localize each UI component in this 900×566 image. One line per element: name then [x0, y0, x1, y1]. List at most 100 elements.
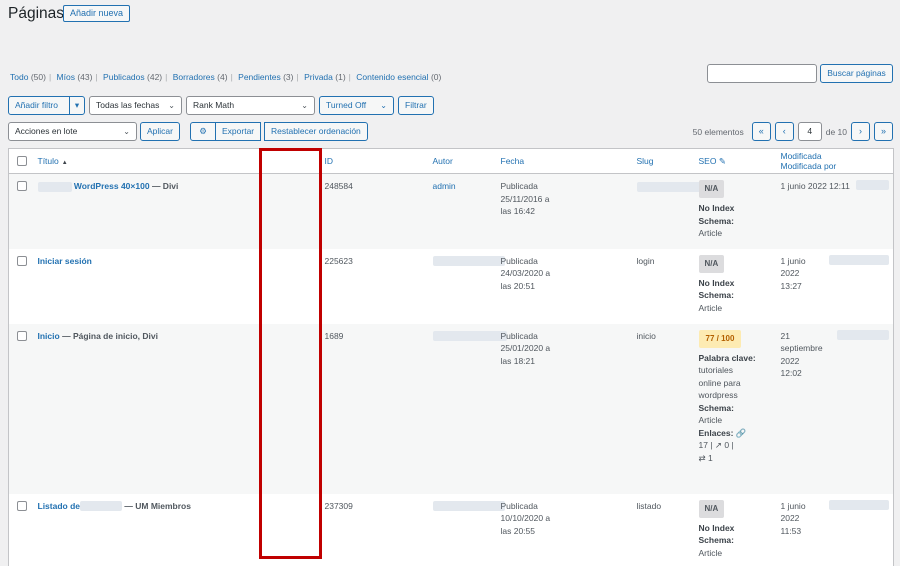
row-title-suffix: — UM Miembros: [124, 500, 191, 511]
filter-button[interactable]: Filtrar: [398, 96, 434, 115]
row-modified: 1 junio 2022 12:11: [777, 174, 894, 249]
reset-order-button[interactable]: Restablecer ordenación: [264, 122, 368, 141]
export-button[interactable]: Exportar: [215, 122, 262, 141]
first-page-button[interactable]: «: [751, 122, 771, 141]
seo-score-badge: N/A: [698, 254, 725, 273]
seo-score-badge: N/A: [698, 180, 725, 198]
chevron-down-icon: ▾: [74, 100, 80, 110]
search-button[interactable]: Buscar páginas: [820, 64, 893, 83]
filter-mine[interactable]: Míos (43): [57, 72, 93, 82]
redacted-modified-by: [836, 329, 889, 340]
col-modified[interactable]: ModificadaModificada por: [776, 148, 894, 174]
redacted-author: [432, 331, 507, 342]
row-seo: N/A No Index Schema: Article: [695, 174, 777, 249]
row-modified: 1 junio 2022 13:27: [777, 249, 894, 324]
filter-private[interactable]: Privada (1): [304, 72, 346, 82]
prev-page-button[interactable]: ‹: [774, 122, 794, 141]
row-title-link[interactable]: WordPress 40×100: [74, 181, 150, 191]
row-checkbox[interactable]: [17, 500, 27, 511]
row-id: 1689: [324, 330, 344, 341]
seo-score-badge: 77 / 100: [698, 329, 742, 348]
rank-math-select[interactable]: Rank Math ⌄: [186, 96, 315, 115]
row-seo: 77 / 100 Palabra clave: tutoriales onlin…: [695, 324, 777, 494]
col-id[interactable]: ID: [320, 148, 429, 174]
status-filter-links: Todo (50) | Míos (43) | Publicados (42) | B…: [10, 72, 442, 82]
row-date: Publicada 25/11/2016 a las 16:42: [500, 181, 550, 216]
redacted-modified-by: [829, 254, 889, 265]
row-id: 237309: [324, 500, 353, 511]
row-seo: N/A No Index Schema: Article: [695, 249, 777, 324]
link-icon: 🔗: [735, 427, 747, 438]
chevron-down-icon: ⌄: [123, 127, 130, 136]
gear-icon: ⚙: [199, 126, 207, 136]
row-checkbox[interactable]: [17, 255, 27, 266]
chevron-down-icon: ⌄: [301, 101, 308, 110]
filter-drafts[interactable]: Borradores (4): [173, 72, 228, 82]
col-seo[interactable]: SEO ✎: [694, 148, 777, 174]
row-id: 225623: [324, 255, 353, 266]
sort-asc-icon: ▲: [61, 160, 68, 166]
row-title-link[interactable]: Inicio: [38, 331, 60, 341]
row-author[interactable]: admin: [433, 181, 456, 191]
row-modified: 1 junio 2022 11:53: [777, 494, 894, 566]
row-slug: listado: [636, 500, 662, 511]
col-title[interactable]: Título ▲: [33, 148, 273, 174]
date-filter-select[interactable]: Todas las fechas ⌄: [89, 96, 182, 115]
pencil-icon[interactable]: ✎: [719, 156, 726, 166]
row-modified: 21 septiembre 2022 12:02: [777, 324, 894, 494]
col-date[interactable]: Fecha: [496, 148, 633, 174]
row-date: Publicada 25/01/2020 a las 18:21: [500, 330, 551, 366]
incoming-link-icon: ⇄: [698, 452, 706, 463]
page-title: Páginas: [8, 5, 65, 22]
next-page-button[interactable]: ›: [851, 122, 870, 141]
current-page-input[interactable]: 4: [797, 122, 822, 141]
filter-published[interactable]: Publicados (42): [103, 72, 162, 82]
pages-table: Título ▲ ID Autor Fecha Slug SEO ✎ Modifi…: [8, 148, 894, 566]
items-count: 50 elementos: [692, 126, 744, 137]
redacted-author: [432, 501, 505, 512]
table-row: Inicio — Página de inicio, Divi 1689 Pub…: [8, 323, 894, 494]
col-author[interactable]: Autor: [428, 148, 497, 174]
external-link-icon: ↗: [714, 440, 723, 450]
filter-all[interactable]: Todo (50): [10, 72, 46, 82]
row-slug: login: [636, 255, 655, 266]
bulk-actions-select[interactable]: Acciones en lote ⌄: [8, 122, 137, 141]
add-new-button[interactable]: Añadir nueva: [63, 5, 131, 22]
redacted-modified-by: [829, 499, 889, 510]
row-title-suffix: — Página de inicio, Divi: [62, 330, 158, 341]
turned-off-select[interactable]: Turned Off ⌄: [319, 96, 394, 115]
total-pages: de 10: [825, 126, 847, 137]
settings-button[interactable]: ⚙: [190, 122, 216, 141]
row-date: Publicada 10/10/2020 a las 20:55: [500, 500, 551, 536]
add-filter-dropdown[interactable]: ▾: [69, 96, 85, 115]
row-slug: inicio: [636, 330, 656, 341]
redacted-author: [432, 256, 505, 267]
row-date: Publicada 24/03/2020 a las 20:51: [500, 255, 551, 291]
row-title-link[interactable]: Listado de: [38, 501, 81, 511]
filter-cornerstone[interactable]: Contenido esencial (0): [356, 72, 441, 82]
redacted-modified-by: [855, 180, 889, 190]
redacted-slug: [636, 181, 709, 192]
seo-score-badge: N/A: [698, 499, 725, 518]
filter-pending[interactable]: Pendientes (3): [238, 72, 293, 82]
chevron-down-icon: ⌄: [380, 101, 387, 110]
row-id: 248584: [324, 181, 353, 191]
pagination: 50 elementos « ‹ 4 de 10 › »: [693, 122, 893, 141]
table-row: Listado de — UM Miembros 237309 Publicad…: [9, 494, 894, 566]
apply-button[interactable]: Aplicar: [140, 122, 180, 141]
select-all-checkbox[interactable]: [8, 148, 34, 174]
row-checkbox[interactable]: [17, 330, 27, 341]
row-title-link[interactable]: Iniciar sesión: [38, 256, 92, 266]
table-header: Título ▲ ID Autor Fecha Slug SEO ✎ Modifi…: [8, 148, 894, 174]
row-seo: N/A No Index Schema: Article: [695, 494, 777, 566]
col-slug[interactable]: Slug: [632, 148, 695, 174]
table-row: WordPress 40×100 — Divi 248584 admin Pub…: [8, 173, 894, 249]
last-page-button[interactable]: »: [874, 122, 893, 141]
row-title-suffix: — Divi: [151, 181, 179, 191]
row-checkbox[interactable]: [17, 181, 27, 191]
chevron-down-icon: ⌄: [168, 101, 175, 110]
add-filter-button[interactable]: Añadir filtro: [8, 96, 70, 115]
redacted-text: [80, 501, 123, 512]
col-blank: [272, 148, 321, 174]
search-input[interactable]: [707, 64, 817, 83]
